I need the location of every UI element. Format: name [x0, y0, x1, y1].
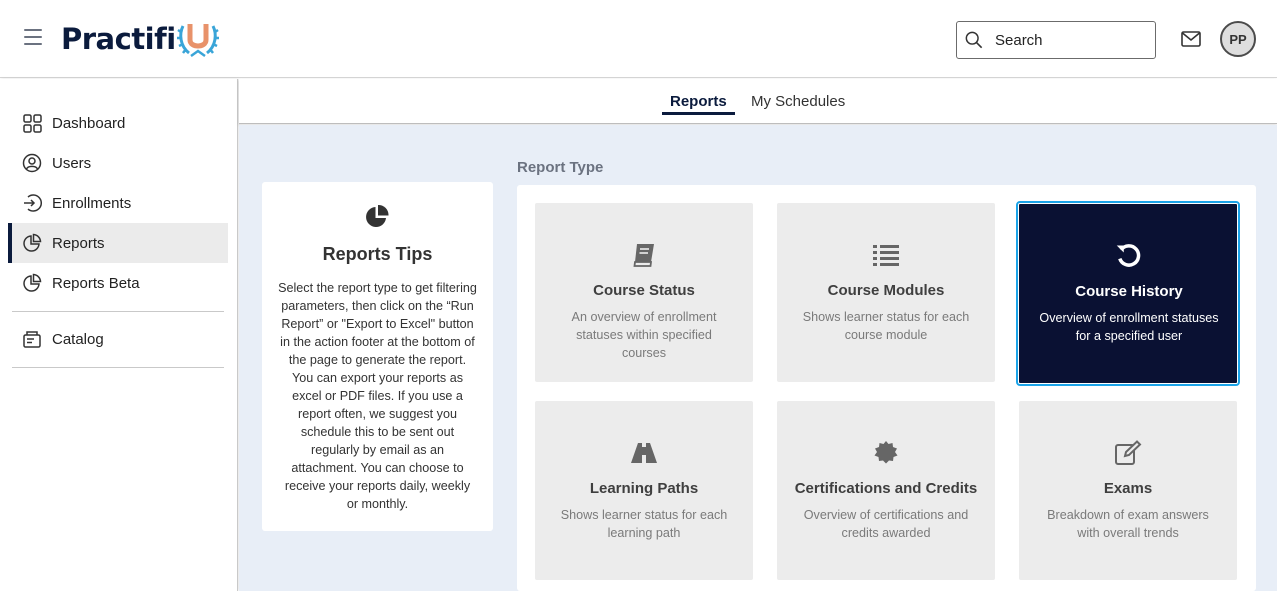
sidebar-item-users[interactable]: Users	[8, 143, 228, 183]
sidebar-item-enrollments[interactable]: Enrollments	[8, 183, 228, 223]
report-card-course-history[interactable]: Course History Overview of enrollment st…	[1016, 201, 1240, 386]
sidebar-item-reports[interactable]: Reports	[8, 223, 228, 263]
logo-u-emblem-icon	[176, 24, 219, 58]
report-card-course-status[interactable]: Course Status An overview of enrollment …	[535, 203, 753, 382]
menu-icon[interactable]	[24, 29, 42, 45]
tips-title: Reports Tips	[322, 244, 433, 264]
sidebar-item-reports-beta[interactable]: Reports Beta	[8, 263, 228, 303]
search-icon	[965, 31, 983, 49]
catalog-icon	[22, 329, 42, 349]
search-input[interactable]	[995, 31, 1145, 49]
sidebar-item-label: Catalog	[52, 330, 104, 348]
history-icon	[1115, 242, 1143, 270]
sidebar-item-label: Users	[52, 154, 92, 172]
active-tab-indicator	[662, 112, 735, 115]
card-title: Course History	[1075, 283, 1183, 300]
card-description: An overview of enrollment statuses withi…	[571, 310, 717, 360]
search-box[interactable]	[956, 21, 1156, 59]
avatar[interactable]: PP	[1220, 21, 1256, 57]
card-description: Shows learner status for each course mod…	[802, 310, 970, 342]
sidebar-divider	[12, 367, 224, 368]
logo-text: Practifi	[61, 22, 176, 56]
main-content: Reports Tips Select the report type to g…	[239, 125, 1277, 591]
road-icon	[630, 439, 658, 467]
card-title: Learning Paths	[589, 480, 699, 497]
card-title: Certifications and Credits	[794, 480, 978, 497]
card-title: Course Modules	[827, 282, 945, 299]
tab-reports[interactable]: Reports	[670, 93, 727, 110]
card-description: Breakdown of exam answers with overall t…	[1047, 508, 1209, 540]
sidebar-item-label: Enrollments	[52, 194, 132, 212]
sidebar-divider	[12, 311, 224, 312]
sidebar: Dashboard Users Enrollments Reports Repo…	[0, 79, 238, 591]
card-description: Overview of certifications and credits a…	[803, 508, 969, 540]
reports-tips-panel: Reports Tips Select the report type to g…	[262, 182, 493, 531]
list-icon	[872, 241, 900, 269]
pie-chart-icon	[22, 273, 42, 293]
sidebar-item-label: Reports Beta	[52, 274, 140, 292]
pie-chart-icon	[366, 204, 389, 227]
pie-chart-icon	[22, 233, 42, 253]
sign-in-icon	[22, 193, 42, 213]
card-description: Shows learner status for each learning p…	[560, 508, 728, 540]
grid-icon	[22, 113, 42, 133]
edit-icon	[1114, 439, 1142, 467]
sidebar-item-label: Dashboard	[52, 114, 126, 132]
card-description: Overview of enrollment statuses for a sp…	[1039, 311, 1219, 343]
card-title: Exams	[1103, 480, 1153, 497]
certificate-icon	[872, 439, 900, 467]
mail-icon[interactable]	[1181, 30, 1201, 48]
report-card-learning-paths[interactable]: Learning Paths Shows learner status for …	[535, 401, 753, 580]
practifi-logo[interactable]: Practifi	[61, 20, 219, 58]
sidebar-item-catalog[interactable]: Catalog	[8, 319, 228, 359]
report-card-certifications-credits[interactable]: Certifications and Credits Overview of c…	[777, 401, 995, 580]
report-card-exams[interactable]: Exams Breakdown of exam answers with ove…	[1019, 401, 1237, 580]
report-type-label: Report Type	[517, 159, 604, 176]
report-tabs: Reports My Schedules	[239, 79, 1277, 124]
user-circle-icon	[22, 153, 42, 173]
top-header: Practifi PP	[0, 0, 1277, 78]
sidebar-item-dashboard[interactable]: Dashboard	[8, 103, 228, 143]
sidebar-item-label: Reports	[52, 234, 105, 252]
book-icon	[630, 241, 658, 269]
tab-my-schedules[interactable]: My Schedules	[751, 93, 845, 110]
report-card-course-modules[interactable]: Course Modules Shows learner status for …	[777, 203, 995, 382]
card-title: Course Status	[593, 282, 695, 299]
tips-body: Select the report type to get filtering …	[278, 281, 477, 511]
report-type-grid: Course Status An overview of enrollment …	[517, 185, 1256, 591]
